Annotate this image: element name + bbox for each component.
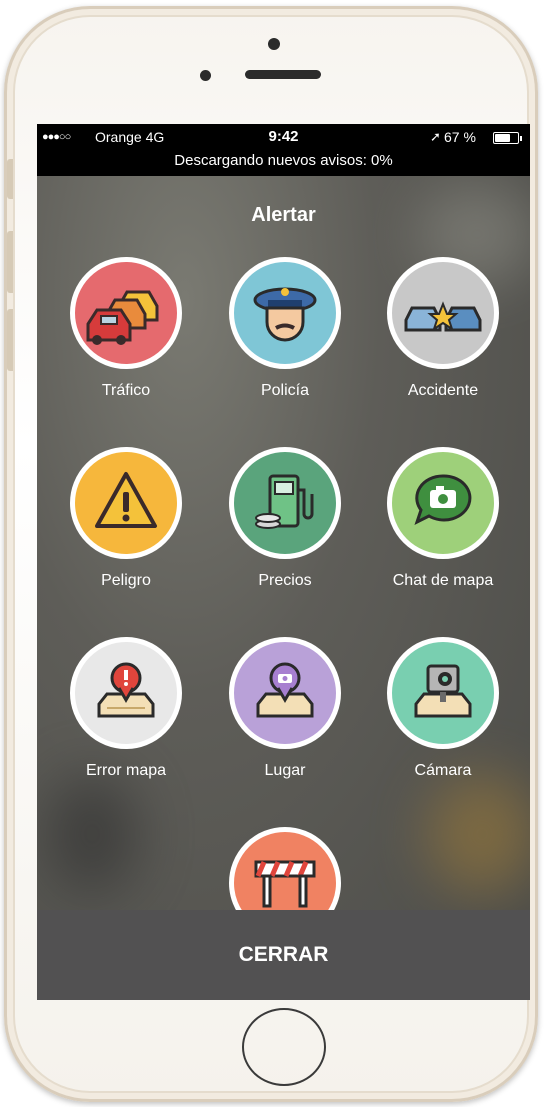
hazard-icon [95,472,157,528]
alert-circle [70,257,182,369]
volume-down-button [7,309,13,371]
map-error-icon [97,662,155,718]
battery-tip [520,136,522,141]
alert-circle [70,447,182,559]
alert-circle [229,637,341,749]
alert-traffic-button[interactable]: Tráfico [46,257,206,407]
alert-label: Accidente [407,382,479,399]
alert-police-button[interactable]: Policía [205,257,365,407]
battery-icon [493,132,519,144]
earpiece-speaker [245,70,321,79]
alert-circle [387,257,499,369]
location-arrow-icon: ➚ [430,129,441,144]
front-camera [268,38,280,50]
alert-label: Peligro [101,572,151,589]
alert-accident-button[interactable]: Accidente [363,257,523,407]
alert-gas-prices-button[interactable]: Precios [205,447,365,597]
alert-circle [229,257,341,369]
alert-label: Tráfico [101,382,151,399]
accident-icon [404,301,482,332]
battery-percentage: 67 % [444,129,476,145]
proximity-sensor [200,70,211,81]
place-icon [256,662,314,718]
screen: ●●●○○ Orange 4G 9:42 ➚ 67 % Descargando … [37,124,530,1000]
page-title: Alertar [251,204,316,226]
alert-circle [387,447,499,559]
alert-label: Chat de mapa [392,572,494,589]
alert-circle [229,447,341,559]
home-button[interactable] [242,1008,326,1086]
status-bar: ●●●○○ Orange 4G 9:42 ➚ 67 % Descargando … [37,124,530,176]
police-icon [253,287,317,342]
camera-icon [414,664,472,718]
alert-map-error-button[interactable]: Error mapa [46,637,206,787]
alert-label: Precios [258,572,312,589]
alert-hazard-button[interactable]: Peligro [46,447,206,597]
alert-map-chat-button[interactable]: Chat de mapa [363,447,523,597]
mute-switch [7,159,13,199]
alert-label: Error mapa [85,762,167,779]
download-status-message: Descargando nuevos avisos: 0% [174,152,393,169]
blurred-map-background [47,774,137,894]
alert-label: Lugar [264,762,306,779]
traffic-cars-icon [86,290,159,345]
volume-up-button [7,231,13,293]
alert-camera-button[interactable]: Cámara [363,637,523,787]
alert-label: Policía [260,382,310,399]
alert-circle [387,637,499,749]
close-button[interactable]: CERRAR [37,910,530,1000]
alert-label: Cámara [414,762,472,779]
alert-place-button[interactable]: Lugar [205,637,365,787]
gas-price-icon [255,474,314,529]
battery-fill [495,134,510,142]
alert-circle [70,637,182,749]
blurred-map-background [427,774,530,894]
map-chat-icon [414,474,472,525]
